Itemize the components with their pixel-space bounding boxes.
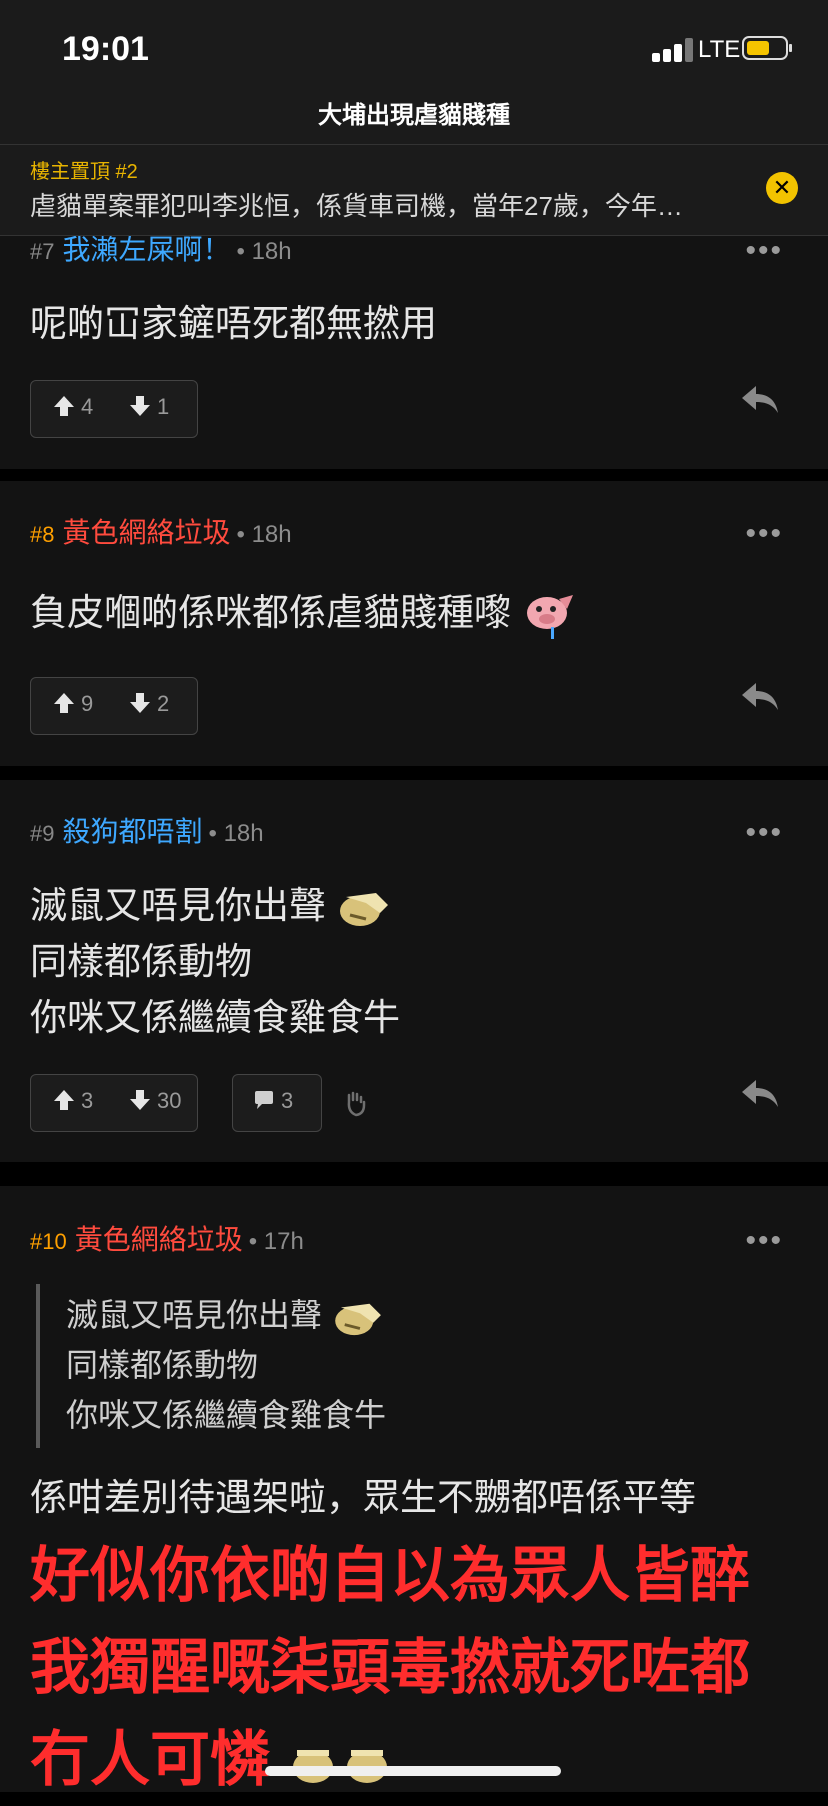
post-number: #10 xyxy=(30,1229,67,1254)
upvote-count: 4 xyxy=(81,394,94,419)
vote-box: 3 30 xyxy=(30,1074,198,1132)
battery-tip xyxy=(789,44,792,52)
downvote-button[interactable]: 30 xyxy=(129,1088,181,1114)
content-line: 負皮嗰啲係咪都係虐貓賤種嚟 xyxy=(30,592,511,633)
post-time: • 18h xyxy=(208,820,264,847)
post-7: #7 我瀨左屎啊！ • 18h ••• 呢啲冚家鏟唔死都無撚用 4 1 xyxy=(0,234,828,469)
up-arrow-icon xyxy=(54,396,74,416)
comment-bubble-icon xyxy=(255,1091,273,1109)
post-8: #8 黃色網絡垃圾 • 18h ••• 負皮嗰啲係咪都係虐貓賤種嚟 9 2 xyxy=(0,481,828,766)
downvote-count: 30 xyxy=(157,1088,182,1113)
reply-icon[interactable] xyxy=(740,1078,780,1110)
pinned-text: 虐貓單案罪犯叫李兆恒，係貨車司機，當年27歲，今年… xyxy=(30,191,683,221)
post-10: #10 黃色網絡垃圾 • 17h ••• 滅鼠又唔見你出聲 同樣都係動物 你咪又係繼… xyxy=(0,1186,828,1793)
signal-icon xyxy=(652,38,696,62)
battery-icon xyxy=(742,36,788,60)
highlighted-text: 好似你依啲自以為眾人皆醉 我獨醒嘅柒頭毒撚就死咗都 冇人可憐 xyxy=(30,1530,750,1806)
post-time: • 18h xyxy=(236,238,292,265)
vote-box: 4 1 xyxy=(30,380,198,438)
quote-line: 你咪又係繼續食雞食牛 xyxy=(66,1397,387,1433)
comments-button[interactable]: 3 xyxy=(232,1074,322,1132)
down-arrow-icon xyxy=(130,693,150,713)
status-bar: 19:01 LTE xyxy=(0,0,828,90)
pig-emoji-icon xyxy=(527,595,574,640)
quoted-content: 滅鼠又唔見你出聲 同樣都係動物 你咪又係繼續食雞食牛 xyxy=(66,1290,387,1440)
highlight-line: 冇人可憐 xyxy=(30,1726,270,1793)
hand-icon[interactable] xyxy=(344,1090,368,1118)
comment-count: 3 xyxy=(281,1088,294,1113)
thread-title[interactable]: 大埔出現虐貓賤種 xyxy=(0,95,828,130)
post-content: 負皮嗰啲係咪都係虐貓賤種嚟 xyxy=(30,585,577,643)
upvote-button[interactable]: 3 xyxy=(53,1088,93,1114)
facepalm-emoji-icon xyxy=(335,1303,381,1335)
post-meta: #9 殺狗都唔割 • 18h xyxy=(30,810,264,850)
downvote-button[interactable]: 1 xyxy=(129,394,169,420)
home-indicator[interactable] xyxy=(265,1766,561,1776)
angry-emoji-icon xyxy=(292,1750,387,1784)
downvote-button[interactable]: 2 xyxy=(129,691,169,717)
reply-icon[interactable] xyxy=(740,681,780,713)
up-arrow-icon xyxy=(54,1090,74,1110)
quote-line: 同樣都係動物 xyxy=(66,1347,259,1383)
downvote-count: 2 xyxy=(157,691,170,716)
close-icon[interactable]: ✕ xyxy=(766,172,798,204)
title-bar: 大埔出現虐貓賤種 xyxy=(0,90,828,145)
more-options-icon[interactable]: ••• xyxy=(745,818,783,848)
more-options-icon[interactable]: ••• xyxy=(745,1226,783,1256)
up-arrow-icon xyxy=(54,693,74,713)
post-number: #8 xyxy=(30,522,55,547)
network-type: LTE xyxy=(698,36,741,63)
upvote-count: 9 xyxy=(81,691,94,716)
content-line: 你咪又係繼續食雞食牛 xyxy=(30,997,400,1038)
content-line: 滅鼠又唔見你出聲 xyxy=(30,885,326,926)
quote-bar xyxy=(36,1284,40,1448)
reply-icon[interactable] xyxy=(740,384,780,416)
pinned-post-bar[interactable]: 樓主置頂 #2 虐貓單案罪犯叫李兆恒，係貨車司機，當年27歲，今年… xyxy=(0,145,828,236)
post-9: #9 殺狗都唔割 • 18h ••• 滅鼠又唔見你出聲 同樣都係動物 你咪又係繼續食… xyxy=(0,780,828,1162)
facepalm-emoji-icon xyxy=(340,893,389,927)
more-options-icon[interactable]: ••• xyxy=(745,236,783,266)
upvote-count: 3 xyxy=(81,1088,94,1113)
post-number: #9 xyxy=(30,821,55,846)
post-time: • 18h xyxy=(236,521,292,548)
username[interactable]: 黃色網絡垃圾 xyxy=(62,517,230,548)
upvote-button[interactable]: 4 xyxy=(53,394,93,420)
username[interactable]: 黃色網絡垃圾 xyxy=(75,1224,243,1255)
quote-line: 滅鼠又唔見你出聲 xyxy=(66,1297,323,1333)
post-content: 滅鼠又唔見你出聲 同樣都係動物 你咪又係繼續食雞食牛 xyxy=(30,878,400,1046)
post-number: #7 xyxy=(30,239,55,264)
post-meta: #8 黃色網絡垃圾 • 18h xyxy=(30,511,292,551)
more-options-icon[interactable]: ••• xyxy=(745,519,783,549)
down-arrow-icon xyxy=(130,396,150,416)
highlight-line: 好似你依啲自以為眾人皆醉 xyxy=(30,1542,750,1609)
downvote-count: 1 xyxy=(157,394,170,419)
pinned-label: 樓主置頂 #2 xyxy=(30,161,138,183)
down-arrow-icon xyxy=(130,1090,150,1110)
post-meta: #10 黃色網絡垃圾 • 17h xyxy=(30,1218,304,1258)
content-line: 同樣都係動物 xyxy=(30,941,252,982)
upvote-button[interactable]: 9 xyxy=(53,691,93,717)
username[interactable]: 殺狗都唔割 xyxy=(62,816,202,847)
status-time: 19:01 xyxy=(62,30,149,68)
post-body: 係咁差別待遇架啦，眾生不嬲都唔係平等 xyxy=(30,1477,696,1518)
content-line: 呢啲冚家鏟唔死都無撚用 xyxy=(30,303,437,344)
vote-box: 9 2 xyxy=(30,677,198,735)
post-content: 呢啲冚家鏟唔死都無撚用 xyxy=(30,296,437,352)
username[interactable]: 我瀨左屎啊！ xyxy=(62,234,230,265)
post-time: • 17h xyxy=(248,1228,304,1255)
highlight-line: 我獨醒嘅柒頭毒撚就死咗都 xyxy=(30,1634,750,1701)
